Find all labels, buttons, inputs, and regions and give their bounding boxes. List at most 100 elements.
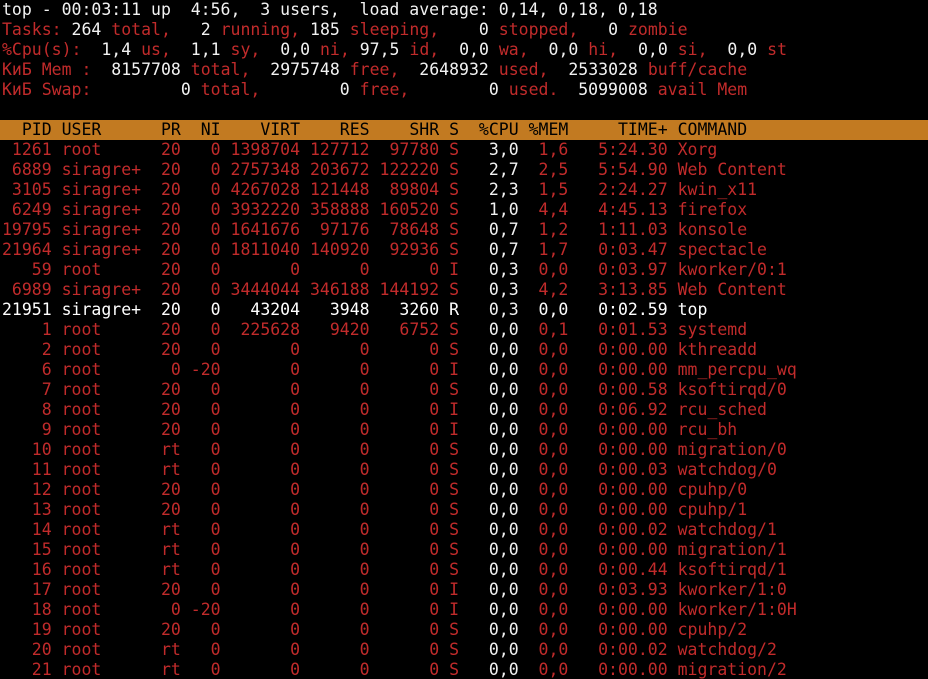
cell-cpu: 2,3 — [459, 180, 519, 199]
table-row[interactable]: 14 root rt 0 0 0 0 S 0,0 0,0 0:00.02 wat… — [2, 520, 928, 540]
table-row[interactable]: 19 root 20 0 0 0 0 S 0,0 0,0 0:00.00 cpu… — [2, 620, 928, 640]
cell-pr: rt — [141, 520, 181, 539]
table-row[interactable]: 1261 root 20 0 1398704 127712 97780 S 3,… — [2, 140, 928, 160]
table-row[interactable]: 21951 siragre+ 20 0 43204 3948 3260 R 0,… — [2, 300, 928, 320]
table-row[interactable]: 1 root 20 0 225628 9420 6752 S 0,0 0,1 0… — [2, 320, 928, 340]
table-row[interactable]: 6 root 0 -20 0 0 0 I 0,0 0,0 0:00.00 mm_… — [2, 360, 928, 380]
table-row[interactable]: 15 root rt 0 0 0 0 S 0,0 0,0 0:00.00 mig… — [2, 540, 928, 560]
cell-mem: 0,0 — [519, 660, 569, 679]
cpu-id-label: id, — [409, 40, 439, 59]
cell-time: 0:00.00 — [568, 500, 667, 519]
cell-pr: 20 — [141, 580, 181, 599]
column-header-res[interactable]: RES — [300, 120, 370, 139]
cell-pr: 20 — [141, 280, 181, 299]
cell-virt: 1641676 — [221, 220, 300, 239]
column-header-mem[interactable]: %MEM — [519, 120, 569, 139]
process-table-body[interactable]: 1261 root 20 0 1398704 127712 97780 S 3,… — [2, 140, 928, 679]
cell-command: top — [668, 300, 708, 319]
table-row[interactable]: 12 root 20 0 0 0 0 S 0,0 0,0 0:00.00 cpu… — [2, 480, 928, 500]
cell-user: root — [52, 420, 141, 439]
table-row[interactable]: 21964 siragre+ 20 0 1811040 140920 92936… — [2, 240, 928, 260]
cell-mem: 0,0 — [519, 540, 569, 559]
cell-res: 0 — [300, 360, 370, 379]
cell-pid: 2 — [2, 340, 52, 359]
cell-pid: 6989 — [2, 280, 52, 299]
table-row[interactable]: 6249 siragre+ 20 0 3932220 358888 160520… — [2, 200, 928, 220]
cell-ni: 0 — [181, 300, 221, 319]
cell-ni: 0 — [181, 500, 221, 519]
cell-time: 0:03.97 — [568, 260, 667, 279]
cell-res: 0 — [300, 380, 370, 399]
cell-cpu: 0,0 — [459, 580, 519, 599]
table-row[interactable]: 6889 siragre+ 20 0 2757348 203672 122220… — [2, 160, 928, 180]
table-row[interactable]: 2 root 20 0 0 0 0 S 0,0 0,0 0:00.00 kthr… — [2, 340, 928, 360]
cell-virt: 2757348 — [221, 160, 300, 179]
cpu-hi-label: hi, — [588, 40, 618, 59]
cell-mem: 0,0 — [519, 440, 569, 459]
cell-pr: rt — [141, 440, 181, 459]
table-row[interactable]: 11 root rt 0 0 0 0 S 0,0 0,0 0:00.03 wat… — [2, 460, 928, 480]
table-row[interactable]: 18 root 0 -20 0 0 0 I 0,0 0,0 0:00.00 kw… — [2, 600, 928, 620]
table-row[interactable]: 16 root rt 0 0 0 0 S 0,0 0,0 0:00.44 kso… — [2, 560, 928, 580]
cell-pid: 11 — [2, 460, 52, 479]
cell-state: I — [439, 360, 459, 379]
cell-pid: 59 — [2, 260, 52, 279]
table-row[interactable]: 17 root 20 0 0 0 0 I 0,0 0,0 0:03.93 kwo… — [2, 580, 928, 600]
process-table-header[interactable]: PID USER PR NI VIRT RES SHR S %CPU %MEM … — [0, 120, 928, 140]
column-header-command[interactable]: COMMAND — [668, 120, 747, 139]
cell-cpu: 0,0 — [459, 640, 519, 659]
cell-user: root — [52, 600, 141, 619]
table-row[interactable]: 21 root rt 0 0 0 0 S 0,0 0,0 0:00.00 mig… — [2, 660, 928, 679]
column-header-pr[interactable]: PR — [141, 120, 181, 139]
cell-res: 0 — [300, 340, 370, 359]
table-row[interactable]: 19795 siragre+ 20 0 1641676 97176 78648 … — [2, 220, 928, 240]
cell-res: 0 — [300, 540, 370, 559]
column-header-virt[interactable]: VIRT — [221, 120, 300, 139]
table-row[interactable]: 13 root 20 0 0 0 0 S 0,0 0,0 0:00.00 cpu… — [2, 500, 928, 520]
table-row[interactable]: 6989 siragre+ 20 0 3444044 346188 144192… — [2, 280, 928, 300]
cell-state: S — [439, 180, 459, 199]
cell-command: rcu_bh — [668, 420, 738, 439]
column-header-shr[interactable]: SHR — [370, 120, 440, 139]
cell-virt: 0 — [221, 460, 300, 479]
cell-user: root — [52, 140, 141, 159]
cell-user: root — [52, 500, 141, 519]
cell-pr: 0 — [141, 360, 181, 379]
table-row[interactable]: 9 root 20 0 0 0 0 I 0,0 0,0 0:00.00 rcu_… — [2, 420, 928, 440]
swap-line: КиБ Swap: 0 total, 0 free, 0 used. 50990… — [2, 80, 928, 100]
cell-command: firefox — [668, 200, 747, 219]
column-header-cpu[interactable]: %CPU — [459, 120, 519, 139]
cell-ni: 0 — [181, 580, 221, 599]
cell-shr: 0 — [370, 440, 440, 459]
cpu-ni: 0,0 — [280, 40, 310, 59]
table-row[interactable]: 20 root rt 0 0 0 0 S 0,0 0,0 0:00.02 wat… — [2, 640, 928, 660]
column-header-ni[interactable]: NI — [181, 120, 221, 139]
table-row[interactable]: 8 root 20 0 0 0 0 I 0,0 0,0 0:06.92 rcu_… — [2, 400, 928, 420]
cell-cpu: 0,7 — [459, 220, 519, 239]
column-header-state[interactable]: S — [439, 120, 459, 139]
cell-user: root — [52, 480, 141, 499]
column-header-time[interactable]: TIME+ — [568, 120, 667, 139]
table-row[interactable]: 3105 siragre+ 20 0 4267028 121448 89804 … — [2, 180, 928, 200]
mem-free: 2975748 — [270, 60, 340, 79]
table-row[interactable]: 7 root 20 0 0 0 0 S 0,0 0,0 0:00.58 ksof… — [2, 380, 928, 400]
cell-mem: 0,0 — [519, 460, 569, 479]
terminal-screen[interactable]: top - 00:03:11 up 4:56, 3 users, load av… — [0, 0, 928, 679]
table-row[interactable]: 59 root 20 0 0 0 0 I 0,3 0,0 0:03.97 kwo… — [2, 260, 928, 280]
cell-ni: 0 — [181, 540, 221, 559]
cell-time: 0:00.58 — [568, 380, 667, 399]
cell-pid: 12 — [2, 480, 52, 499]
column-header-pid[interactable]: PID — [2, 120, 52, 139]
cell-user: root — [52, 320, 141, 339]
cell-command: kworker/1:0 — [668, 580, 787, 599]
cell-pid: 6 — [2, 360, 52, 379]
cell-state: S — [439, 140, 459, 159]
cell-ni: 0 — [181, 380, 221, 399]
cell-cpu: 1,0 — [459, 200, 519, 219]
mem-total: 8157708 — [111, 60, 181, 79]
mem-label: Mem : — [42, 60, 92, 79]
table-row[interactable]: 10 root rt 0 0 0 0 S 0,0 0,0 0:00.00 mig… — [2, 440, 928, 460]
cell-user: root — [52, 400, 141, 419]
column-header-user[interactable]: USER — [52, 120, 141, 139]
cell-mem: 4,2 — [519, 280, 569, 299]
